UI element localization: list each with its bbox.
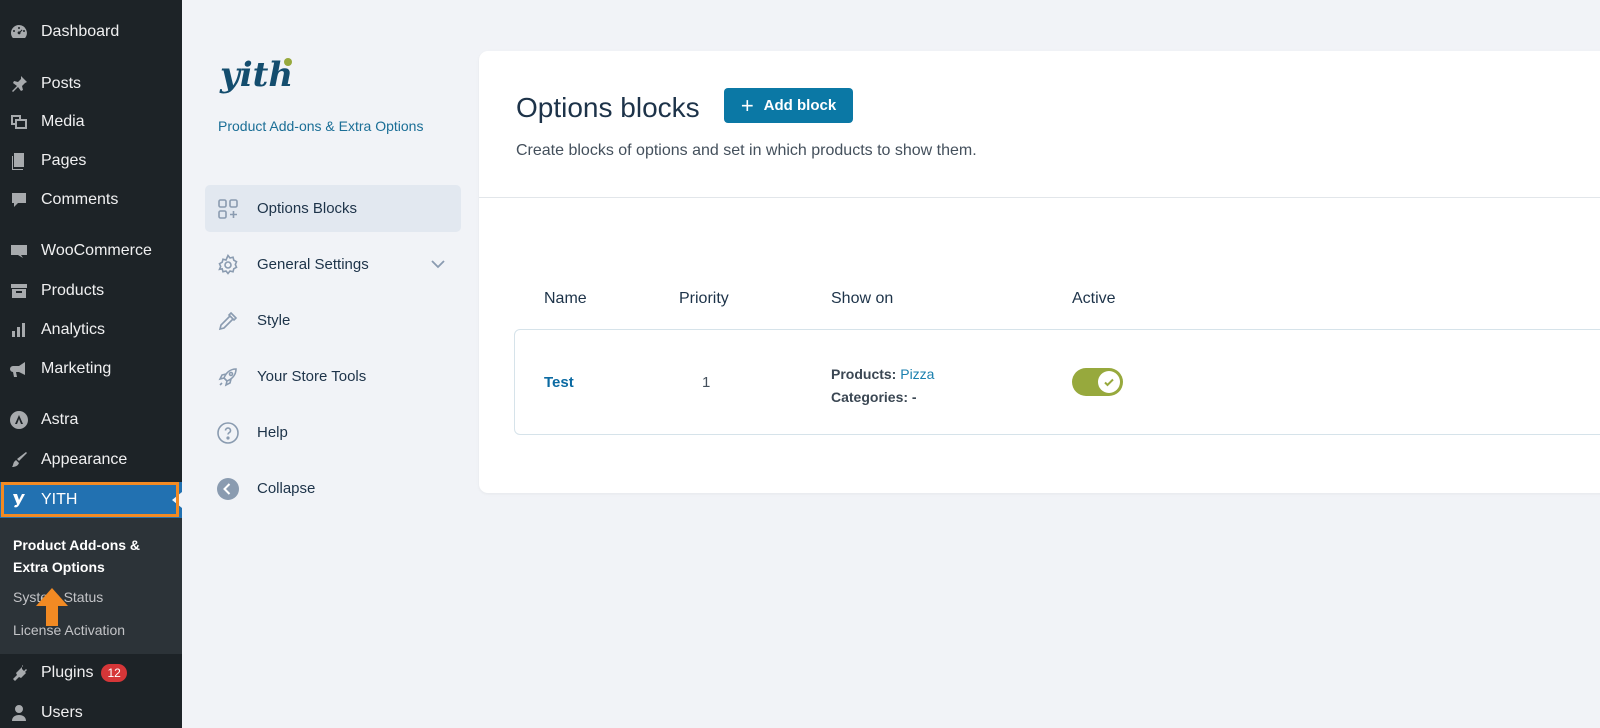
- rocket-icon: [215, 364, 241, 390]
- megaphone-icon: [8, 358, 30, 380]
- comment-icon: [8, 189, 30, 211]
- yith-submenu: Product Add-ons & Extra Options System S…: [0, 518, 182, 654]
- nav-options-blocks[interactable]: Options Blocks: [205, 185, 461, 232]
- nav-style[interactable]: Style: [205, 297, 461, 344]
- menu-item-appearance[interactable]: Appearance: [0, 442, 182, 478]
- table-row[interactable]: Test 1 Products: Pizza Categories: -: [514, 329, 1600, 435]
- products-value-link[interactable]: Pizza: [900, 366, 934, 382]
- menu-label: Products: [41, 282, 105, 299]
- archive-icon: [8, 280, 30, 302]
- active-toggle[interactable]: [1072, 368, 1123, 396]
- menu-item-products[interactable]: Products: [0, 273, 182, 309]
- nav-your-store-tools[interactable]: Your Store Tools: [205, 353, 461, 400]
- categories-value: -: [911, 389, 917, 405]
- menu-label: Media: [41, 113, 85, 130]
- chevron-down-icon[interactable]: [429, 255, 447, 273]
- menu-label: Pages: [41, 152, 87, 169]
- pin-icon: [8, 73, 30, 95]
- menu-item-pages[interactable]: Pages: [0, 143, 182, 179]
- media-icon: [8, 111, 30, 133]
- column-header-priority: Priority: [679, 290, 729, 307]
- nav-label: Collapse: [257, 480, 316, 497]
- brush-icon: [8, 449, 30, 471]
- menu-item-marketing[interactable]: Marketing: [0, 351, 182, 387]
- bar-chart-icon: [8, 319, 30, 341]
- yith-logo: yith: [219, 55, 293, 95]
- dashboard-icon: [8, 21, 30, 43]
- products-label: Products:: [831, 366, 897, 382]
- menu-label: Plugins: [41, 664, 94, 681]
- menu-item-yith[interactable]: YITH: [0, 482, 182, 518]
- add-block-button[interactable]: + Add block: [724, 88, 853, 123]
- menu-label: WooCommerce: [41, 242, 152, 259]
- wp-admin-menu: Dashboard Posts Media Pages Comments Woo…: [0, 0, 182, 728]
- yith-icon: [8, 489, 30, 511]
- blocks-grid-icon: [215, 196, 241, 222]
- toggle-knob: [1098, 371, 1120, 393]
- menu-item-media[interactable]: Media: [0, 104, 182, 140]
- page-title: Options blocks: [516, 92, 700, 123]
- nav-label: Style: [257, 312, 291, 329]
- block-show-on: Products: Pizza Categories: -: [831, 363, 934, 409]
- astra-icon: [8, 409, 30, 431]
- nav-label: Help: [257, 424, 288, 441]
- block-name-link[interactable]: Test: [544, 374, 574, 391]
- column-header-show-on: Show on: [831, 290, 894, 307]
- menu-label: Comments: [41, 191, 119, 208]
- menu-item-comments[interactable]: Comments: [0, 182, 182, 218]
- nav-label: General Settings: [257, 256, 369, 273]
- check-icon: [1104, 378, 1114, 387]
- column-header-name: Name: [544, 290, 587, 307]
- annotation-arrow-up-icon: [36, 588, 68, 626]
- menu-item-dashboard[interactable]: Dashboard: [0, 14, 182, 50]
- categories-label: Categories:: [831, 389, 909, 405]
- submenu-item-license-activation[interactable]: License Activation: [13, 622, 125, 638]
- menu-item-users[interactable]: Users: [0, 695, 182, 728]
- menu-label: Dashboard: [41, 23, 120, 40]
- nav-general-settings[interactable]: General Settings: [205, 241, 461, 288]
- menu-item-woocommerce[interactable]: WooCommerce: [0, 233, 182, 269]
- menu-item-plugins[interactable]: Plugins 12: [0, 655, 182, 691]
- update-count-badge: 12: [101, 664, 127, 682]
- menu-label: Astra: [41, 411, 79, 428]
- menu-label: Marketing: [41, 360, 112, 377]
- block-priority: 1: [702, 374, 711, 391]
- add-block-label: Add block: [763, 97, 837, 114]
- menu-label: YITH: [41, 491, 78, 508]
- menu-item-analytics[interactable]: Analytics: [0, 312, 182, 348]
- column-header-active: Active: [1072, 290, 1116, 307]
- plugin-name: Product Add-ons & Extra Options: [218, 118, 424, 134]
- plus-icon: +: [740, 92, 754, 118]
- eyedropper-icon: [215, 308, 241, 334]
- pages-icon: [8, 150, 30, 172]
- page-description: Create blocks of options and set in whic…: [516, 142, 977, 159]
- menu-label: Appearance: [41, 451, 128, 468]
- options-blocks-card: Options blocks + Add block Create blocks…: [479, 51, 1600, 493]
- yith-panel-nav: yith Product Add-ons & Extra Options Opt…: [182, 0, 479, 728]
- current-menu-indicator: [172, 492, 182, 508]
- collapse-arrow-icon: [215, 476, 241, 502]
- menu-label: Users: [41, 704, 83, 721]
- divider: [479, 197, 1600, 198]
- nav-label: Options Blocks: [257, 200, 358, 217]
- woo-icon: [8, 240, 30, 262]
- user-icon: [8, 702, 30, 724]
- help-circle-icon: [215, 420, 241, 446]
- gear-icon: [215, 252, 241, 278]
- plug-icon: [8, 662, 30, 684]
- menu-label: Posts: [41, 75, 82, 92]
- nav-label: Your Store Tools: [257, 368, 367, 385]
- logo-text: yith: [219, 55, 293, 95]
- menu-item-posts[interactable]: Posts: [0, 66, 182, 102]
- nav-collapse[interactable]: Collapse: [205, 465, 461, 512]
- menu-label: Analytics: [41, 321, 106, 338]
- nav-help[interactable]: Help: [205, 409, 461, 456]
- submenu-item-product-addons[interactable]: Product Add-ons & Extra Options: [13, 534, 163, 578]
- menu-item-astra[interactable]: Astra: [0, 402, 182, 438]
